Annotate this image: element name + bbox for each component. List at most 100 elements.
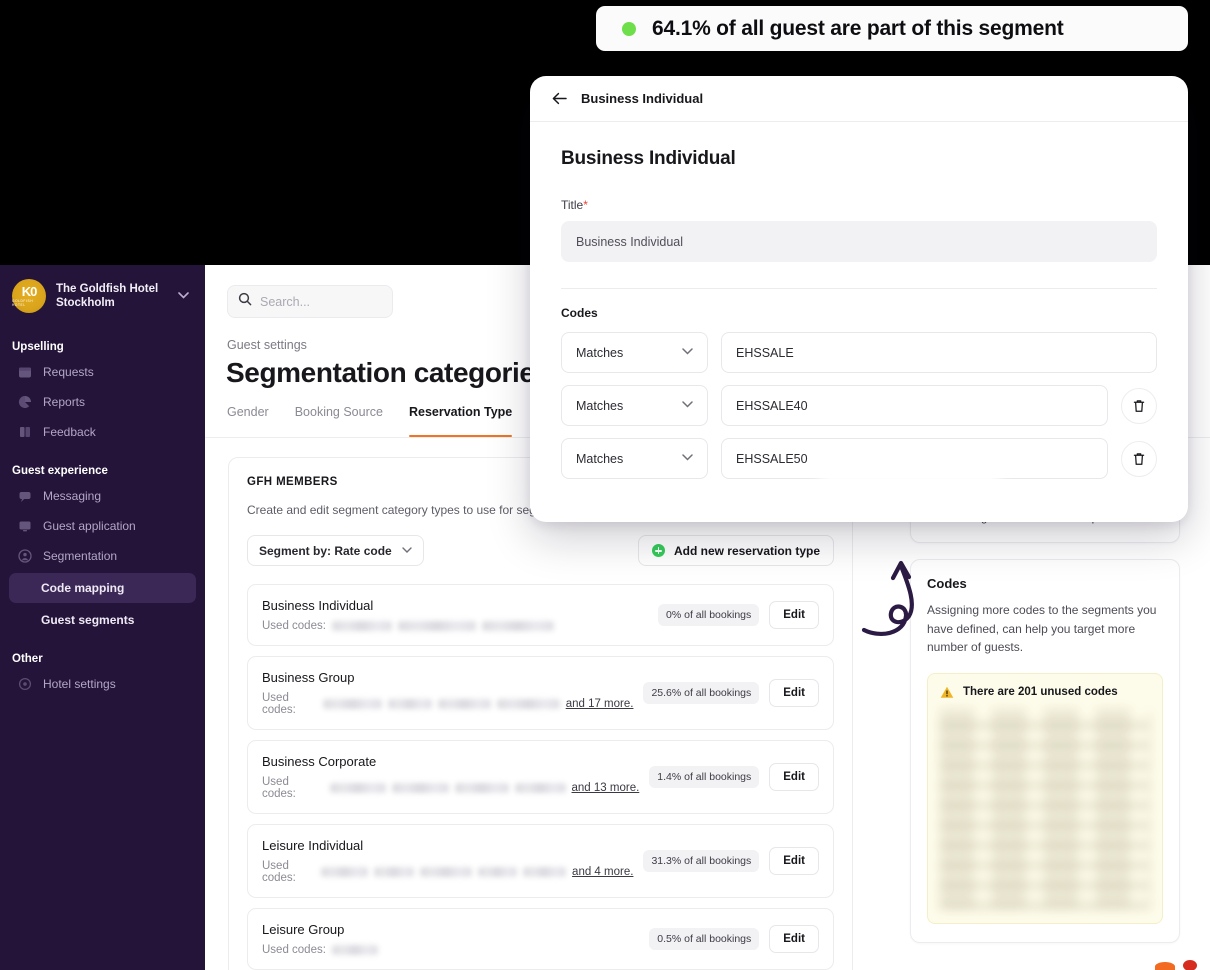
- row-title: Leisure Group: [262, 922, 345, 937]
- and-more-link[interactable]: and 17 more.: [566, 698, 634, 710]
- redacted-code: [391, 783, 450, 793]
- edit-button[interactable]: Edit: [769, 847, 819, 875]
- redacted-code: [374, 867, 415, 877]
- hotel-logo: K0 GOLDFISH HOTEL: [12, 279, 46, 313]
- redacted-code: [455, 783, 510, 793]
- sidebar-item-segmentation[interactable]: Segmentation: [6, 541, 199, 571]
- add-button-label: Add new reservation type: [673, 543, 820, 558]
- segmentation-card: GFH MEMBERS Create and edit segment cate…: [228, 457, 853, 970]
- page-title: Segmentation categories: [226, 357, 550, 388]
- code-row: Matches EHSSALE50: [561, 438, 1157, 479]
- calendar-icon: [18, 365, 32, 379]
- sidebar-group-upselling: Upselling Requests Reports Feedback: [0, 335, 205, 447]
- redacted-code: [515, 783, 566, 793]
- code-value-input[interactable]: EHSSALE: [721, 332, 1157, 373]
- codes-card-title: Codes: [927, 576, 967, 591]
- match-type-select[interactable]: Matches: [561, 438, 708, 479]
- edit-button[interactable]: Edit: [769, 601, 819, 629]
- modal-divider: [561, 288, 1157, 289]
- monitor-icon: [18, 519, 32, 533]
- table-row[interactable]: Business Corporate Used codes: and 13 mo…: [247, 740, 834, 814]
- tab-booking-source[interactable]: Booking Source: [295, 405, 383, 437]
- redacted-code: [323, 699, 383, 709]
- segment-list: Business Individual Used codes: 0% of al…: [247, 584, 834, 970]
- arrow-left-icon[interactable]: [552, 92, 567, 105]
- search-input[interactable]: [260, 294, 382, 309]
- row-title: Leisure Individual: [262, 838, 364, 853]
- pie-chart-icon: [18, 395, 32, 409]
- sidebar-item-reports[interactable]: Reports: [6, 387, 199, 417]
- corner-chip-orange: [1155, 962, 1175, 970]
- trash-icon: [1133, 452, 1145, 466]
- delete-code-button[interactable]: [1121, 440, 1157, 477]
- gear-icon: [18, 677, 32, 691]
- codes-info-card: Codes Assigning more codes to the segmen…: [910, 559, 1180, 943]
- match-type-select[interactable]: Matches: [561, 385, 708, 426]
- segment-by-label: Segment by: Rate code: [259, 543, 392, 558]
- table-row[interactable]: Business Group Used codes: and 17 more. …: [247, 656, 834, 730]
- chat-icon: [18, 489, 32, 503]
- sidebar-item-code-mapping[interactable]: Code mapping: [9, 573, 196, 603]
- table-row[interactable]: Leisure Group Used codes: 0.5% of all bo…: [247, 908, 834, 970]
- edit-button[interactable]: Edit: [769, 679, 819, 707]
- hotel-city: Stockholm: [56, 297, 115, 309]
- title-field-label: Title*: [561, 198, 1157, 212]
- add-new-reservation-type-button[interactable]: Add new reservation type: [637, 535, 834, 566]
- status-badge: 25.6% of all bookings: [643, 682, 760, 704]
- used-codes-label: Used codes:: [262, 776, 296, 800]
- used-codes-label: Used codes:: [262, 692, 296, 716]
- search-icon: [238, 292, 252, 311]
- hotel-switcher[interactable]: K0 GOLDFISH HOTEL The Goldfish Hotel Sto…: [0, 265, 205, 323]
- chevron-down-icon[interactable]: [178, 290, 193, 302]
- redacted-code: [420, 867, 473, 877]
- delete-code-button[interactable]: [1121, 387, 1157, 424]
- breadcrumb: Guest settings: [227, 338, 307, 352]
- toast-text: 64.1% of all guest are part of this segm…: [652, 16, 1064, 40]
- row-title: Business Corporate: [262, 754, 377, 769]
- table-row[interactable]: Leisure Individual Used codes: and 4 mor…: [247, 824, 834, 898]
- chevron-down-icon: [682, 347, 693, 358]
- code-value-input[interactable]: EHSSALE50: [721, 438, 1108, 479]
- chevron-down-icon: [402, 545, 412, 556]
- match-type-select[interactable]: Matches: [561, 332, 708, 373]
- warning-header: There are 201 unused codes: [940, 686, 1150, 699]
- codes-section-label: Codes: [561, 306, 598, 320]
- title-input[interactable]: Business Individual: [561, 221, 1157, 262]
- sidebar-item-feedback[interactable]: Feedback: [6, 417, 199, 447]
- redacted-code: [331, 945, 378, 955]
- title-label-text: Title: [561, 198, 584, 212]
- sidebar-item-label: Messaging: [43, 489, 102, 503]
- sidebar-item-guest-application[interactable]: Guest application: [6, 511, 199, 541]
- search-box[interactable]: [227, 285, 393, 318]
- tab-gender[interactable]: Gender: [227, 405, 269, 437]
- code-value-input[interactable]: EHSSALE40: [721, 385, 1108, 426]
- redacted-code: [397, 621, 476, 631]
- tab-reservation-type[interactable]: Reservation Type: [408, 405, 513, 437]
- sidebar-item-requests[interactable]: Requests: [6, 357, 199, 387]
- redacted-code: [329, 783, 386, 793]
- chevron-down-icon: [682, 453, 693, 464]
- edit-button[interactable]: Edit: [769, 925, 819, 953]
- sidebar-item-messaging[interactable]: Messaging: [6, 481, 199, 511]
- code-row: Matches EHSSALE40: [561, 385, 1157, 426]
- edit-button[interactable]: Edit: [769, 763, 819, 791]
- and-more-link[interactable]: and 4 more.: [572, 866, 633, 878]
- redacted-code: [388, 699, 432, 709]
- table-row[interactable]: Business Individual Used codes: 0% of al…: [247, 584, 834, 646]
- redacted-code: [321, 867, 369, 877]
- sidebar-group-title: Other: [12, 653, 43, 665]
- row-used-codes: Used codes:: [262, 944, 639, 956]
- card-controls: Segment by: Rate code Add new reservatio…: [247, 535, 834, 566]
- and-more-link[interactable]: and 13 more.: [572, 782, 640, 794]
- redacted-codes-block: [940, 708, 1150, 909]
- redacted-code: [497, 699, 560, 709]
- sidebar-item-hotel-settings[interactable]: Hotel settings: [6, 669, 199, 699]
- sidebar-item-guest-segments[interactable]: Guest segments: [9, 605, 196, 635]
- used-codes-label: Used codes:: [262, 620, 326, 632]
- warning-triangle-icon: [940, 686, 954, 699]
- redacted-code: [478, 867, 517, 877]
- redacted-code: [522, 867, 567, 877]
- edit-segment-modal: Business Individual Business Individual …: [530, 76, 1188, 522]
- segment-by-select[interactable]: Segment by: Rate code: [247, 535, 424, 566]
- match-type-value: Matches: [576, 398, 624, 413]
